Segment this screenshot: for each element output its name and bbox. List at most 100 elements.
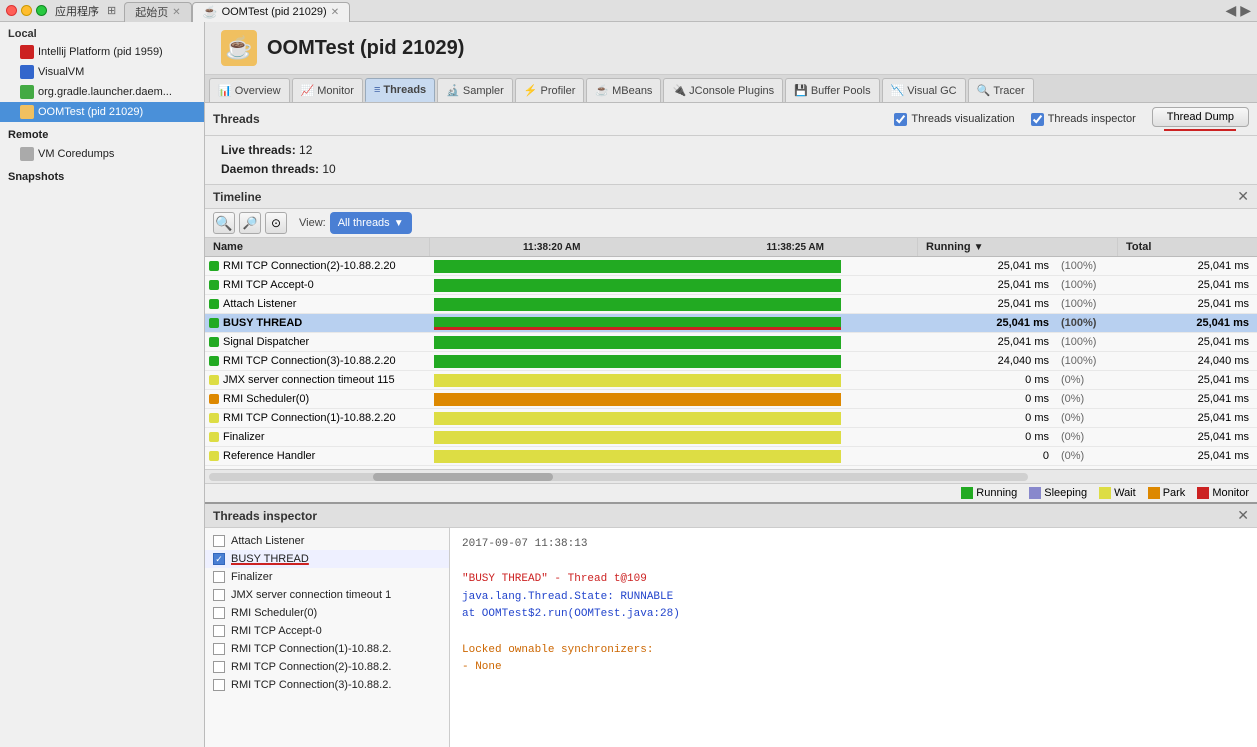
sidebar-item-gradle[interactable]: org.gradle.launcher.daem... [0,82,204,102]
inspector-item-jmx[interactable]: JMX server connection timeout 1 [205,586,449,604]
threads-inspector-checkbox[interactable] [1031,113,1044,126]
inspector-rmi1-label: RMI TCP Connection(1)-10.88.2. [231,643,391,655]
table-row[interactable]: RMI Scheduler(0) 0 ms (0%) 25,041 ms [205,390,1257,409]
table-row[interactable]: Signal Dispatcher 25,041 ms (100%) 25,04… [205,333,1257,352]
zoom-in-btn[interactable]: 🔍 [213,212,235,234]
tab-overview[interactable]: 📊 Overview [209,78,290,102]
row8-bar [430,391,917,408]
code-locked: Locked ownable synchronizers: [462,644,653,656]
table-row-busy[interactable]: BUSY THREAD 25,041 ms (100%) 25,041 ms [205,314,1257,333]
code-line-locked: Locked ownable synchronizers: [462,642,1245,660]
tab-profiler[interactable]: ⚡ Profiler [515,78,585,102]
sidebar-item-coredumps[interactable]: VM Coredumps [0,144,204,164]
tab-monitor[interactable]: 📈 Monitor [292,78,363,102]
legend-wait-label: Wait [1114,487,1136,499]
inspector-item-finalizer[interactable]: Finalizer [205,568,449,586]
running-label: Running [926,241,971,253]
tab-jconsole[interactable]: 🔌 JConsole Plugins [663,78,783,102]
inspector-item-rmiaccept[interactable]: RMI TCP Accept-0 [205,622,449,640]
sidebar-snapshots-header[interactable]: Snapshots [0,168,204,186]
sidebar-item-visualvm[interactable]: VisualVM [0,62,204,82]
table-row[interactable]: Reference Handler 0 (0%) 25,041 ms [205,447,1257,466]
zoom-out-btn[interactable]: 🔎 [239,212,261,234]
sidebar-item-oomtest[interactable]: OOMTest (pid 21029) [0,102,204,122]
row3-name: Attach Listener [205,297,430,311]
row7-name-text: JMX server connection timeout 115 [223,374,395,386]
tab-mbeans[interactable]: ☕ MBeans [586,78,661,102]
row6-name: RMI TCP Connection(3)-10.88.2.20 [205,354,430,368]
row4-bar [430,315,917,332]
win-close-btn[interactable] [6,5,17,16]
inspector-item-busy[interactable]: ✓ BUSY THREAD [205,550,449,568]
daemon-threads-label: Daemon threads: [221,162,319,176]
timeline-close-btn[interactable]: ✕ [1237,188,1249,205]
sidebar-item-intellij[interactable]: Intellij Platform (pid 1959) [0,42,204,62]
horizontal-scrollbar[interactable] [205,469,1257,483]
tab-sampler[interactable]: 🔬 Sampler [437,78,513,102]
inspector-rmisched-label: RMI Scheduler(0) [231,607,317,619]
nav-forward[interactable]: ▶ [1240,2,1251,19]
inspector-item-rmi1[interactable]: RMI TCP Connection(1)-10.88.2. [205,640,449,658]
tab-bufferpools[interactable]: 💾 Buffer Pools [785,78,879,102]
legend-running: Running [961,487,1017,499]
threads-inspector-checkbox-group: Threads inspector [1031,113,1136,126]
row2-name: RMI TCP Accept-0 [205,278,430,292]
tab-qishi-close[interactable]: ✕ [172,7,180,18]
inspector-item-attach[interactable]: Attach Listener [205,532,449,550]
view-select[interactable]: All threads ▼ [330,212,412,234]
row11-ms: 0 [917,449,1057,463]
inspector-item-rmi2[interactable]: RMI TCP Connection(2)-10.88.2. [205,658,449,676]
win-min-btn[interactable] [21,5,32,16]
zoom-in-icon: 🔍 [215,215,232,232]
col-name: Name [205,238,430,256]
tab-visualgc[interactable]: 📉 Visual GC [882,78,966,102]
row6-bar [430,353,917,370]
tab-qishi[interactable]: 起始页 ✕ [124,2,191,22]
col-timestamp-area: 11:38:20 AM 11:38:25 AM [430,238,917,256]
row5-pct: (100%) [1057,335,1117,349]
threads-inspector-label: Threads inspector [1048,113,1136,125]
thread-table-header: Name 11:38:20 AM 11:38:25 AM Running ▼ T… [205,238,1257,257]
table-row[interactable]: RMI TCP Connection(3)-10.88.2.20 24,040 … [205,352,1257,371]
inspector-close-btn[interactable]: ✕ [1237,507,1249,524]
inspector-item-rmisched[interactable]: RMI Scheduler(0) [205,604,449,622]
row9-ms: 0 ms [917,411,1057,425]
code-line-blank2 [462,624,1245,642]
thread-dump-button[interactable]: Thread Dump [1152,107,1249,127]
inspector-section: Threads inspector ✕ Attach Listener [205,502,1257,747]
nav-back[interactable]: ◀ [1225,2,1236,19]
table-row[interactable]: RMI TCP Accept-0 25,041 ms (100%) 25,041… [205,276,1257,295]
row1-name-text: RMI TCP Connection(2)-10.88.2.20 [223,260,396,272]
row11-bar [430,448,917,465]
tab-oomtest-close[interactable]: ✕ [331,7,339,18]
threads-viz-checkbox[interactable] [894,113,907,126]
sidebar-oomtest-label: OOMTest (pid 21029) [38,106,143,118]
table-row[interactable]: RMI TCP Connection(2)-10.88.2.20 25,041 … [205,257,1257,276]
table-row[interactable]: RMI TCP Connection(1)-10.88.2.20 0 ms (0… [205,409,1257,428]
table-row[interactable]: Attach Listener 25,041 ms (100%) 25,041 … [205,295,1257,314]
scrollbar-thumb[interactable] [373,473,553,481]
jconsole-icon: 🔌 [672,84,686,97]
inspector-header: Threads inspector ✕ [205,504,1257,528]
row8-pct: (0%) [1057,392,1117,406]
row11-total: 25,041 ms [1117,449,1257,463]
tab-visualgc-label: Visual GC [907,85,956,97]
tab-tracer[interactable]: 🔍 Tracer [968,78,1034,102]
tab-oomtest[interactable]: ☕ OOMTest (pid 21029) ✕ [192,2,351,22]
table-row[interactable]: Finalizer 0 ms (0%) 25,041 ms [205,428,1257,447]
view-dropdown-icon: ▼ [394,218,404,229]
sidebar-remote-header[interactable]: Remote [0,126,204,144]
win-max-btn[interactable] [36,5,47,16]
row7-total: 25,041 ms [1117,373,1257,387]
inspector-item-rmi3[interactable]: RMI TCP Connection(3)-10.88.2. [205,676,449,694]
live-threads-label: Live threads: [221,143,296,157]
tab-threads[interactable]: ≡ Threads [365,78,435,102]
zoom-fit-btn[interactable]: ⊙ [265,212,287,234]
row2-ms: 25,041 ms [917,278,1057,292]
code-line-state: java.lang.Thread.State: RUNNABLE [462,589,1245,607]
row1-ms: 25,041 ms [917,259,1057,273]
inspector-jmx-label: JMX server connection timeout 1 [231,589,391,601]
table-row[interactable]: JMX server connection timeout 115 0 ms (… [205,371,1257,390]
code-at: at OOMTest$2.run(OOMTest.java:28) [462,608,680,620]
app-title: 应用程序 [55,3,99,19]
